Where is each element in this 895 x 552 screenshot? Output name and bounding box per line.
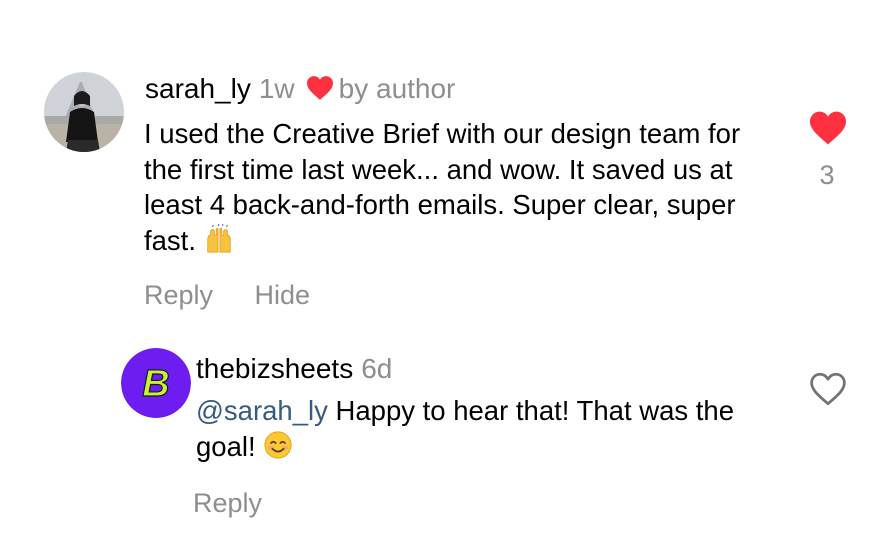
comment-text: I used the Creative Brief with our desig… <box>144 116 754 258</box>
reply-username[interactable]: thebizsheets <box>196 353 353 384</box>
author-liked-heart-icon <box>306 76 333 100</box>
raising-hands-icon <box>206 223 231 252</box>
avatar-thebizsheets[interactable]: B <box>121 348 191 418</box>
by-author-label: by author <box>338 73 456 104</box>
comment-actions: Reply Hide <box>144 280 310 311</box>
like-count: 3 <box>819 160 835 190</box>
avatar-letter: B <box>142 363 169 405</box>
comment-username[interactable]: sarah_ly <box>145 73 251 104</box>
reply-time: 6d <box>361 353 393 384</box>
reply-button[interactable]: Reply <box>144 280 213 310</box>
reply-text: @sarah_ly Happy to hear that! That was t… <box>196 393 736 464</box>
reply-reply-button[interactable]: Reply <box>193 488 262 518</box>
mention-link[interactable]: @sarah_ly <box>196 395 328 426</box>
reply-actions: Reply <box>193 488 262 519</box>
like-heart-filled-icon[interactable] <box>808 110 848 146</box>
hide-button[interactable]: Hide <box>255 280 311 310</box>
smiling-face-icon <box>264 430 292 459</box>
comment-header: sarah_ly 1w by author <box>145 72 455 106</box>
reply-header: thebizsheets 6d <box>196 352 392 386</box>
avatar-sarah-ly[interactable] <box>44 72 124 152</box>
comment-time: 1w <box>258 73 295 104</box>
like-heart-outline-icon[interactable] <box>808 371 848 407</box>
